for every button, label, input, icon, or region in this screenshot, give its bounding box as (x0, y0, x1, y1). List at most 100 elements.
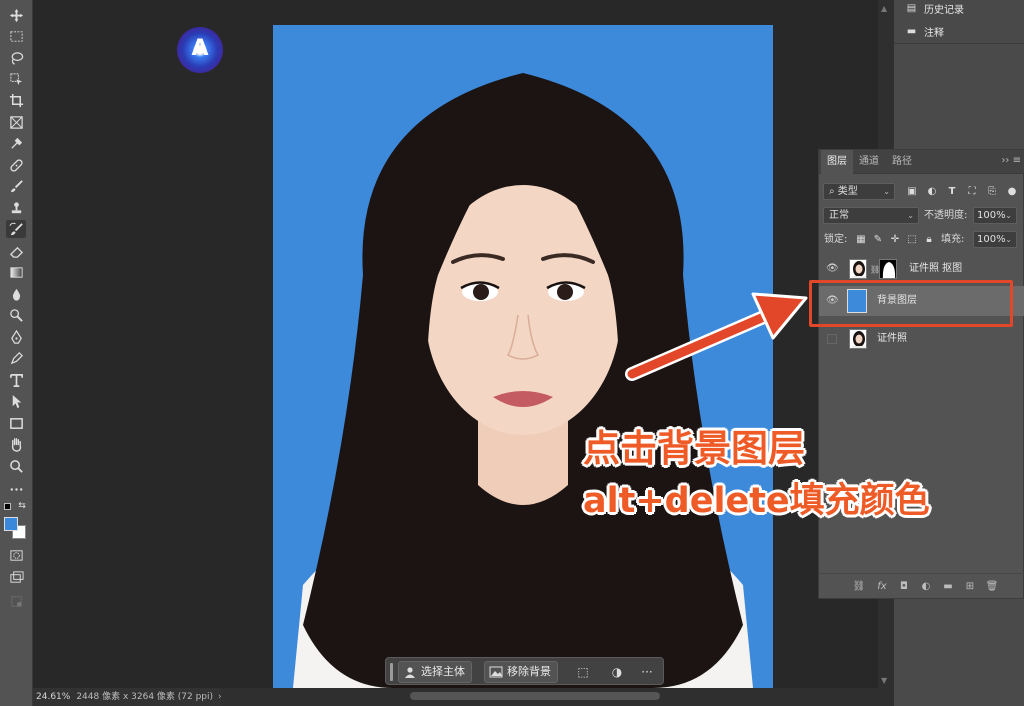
panel-menu-icon[interactable]: ›› ≡ (1001, 155, 1021, 166)
adjustment-filter-icon[interactable]: ◐ (925, 185, 939, 199)
screen-mode-icon[interactable] (6, 568, 26, 586)
lock-all-icon[interactable]: 🔒︎ (922, 233, 936, 247)
fill-value: 100% (977, 234, 1006, 245)
adjustment-layer-icon[interactable]: ◐ (919, 580, 933, 594)
zoom-tool-icon[interactable] (6, 457, 26, 475)
smart-object-filter-icon[interactable]: ⎘ (985, 185, 999, 199)
blend-mode-select[interactable]: 正常 ⌄ (823, 207, 919, 224)
layer-thumbnail (849, 259, 867, 279)
tab-channels[interactable]: 通道 (853, 150, 885, 174)
swap-colors-icon[interactable]: ⇆ (16, 500, 28, 512)
rectangle-tool-icon[interactable] (6, 414, 26, 432)
opacity-input[interactable]: 100% ⌄ (973, 207, 1017, 224)
tab-layers[interactable]: 图层 (821, 150, 853, 174)
contextual-task-bar: 选择主体 移除背景 ⬚ ◑ ··· (385, 657, 664, 685)
annotation-text: 点击背景图层 alt+delete填充颜色 (583, 422, 930, 528)
more-tools-icon[interactable] (6, 480, 26, 498)
layer-thumbnail (849, 329, 867, 349)
type-tool-icon[interactable] (6, 371, 26, 389)
dodge-tool-icon[interactable] (6, 306, 26, 324)
foreground-color-swatch[interactable] (4, 517, 18, 531)
fx-icon[interactable]: fx (875, 580, 889, 594)
remove-background-label: 移除背景 (507, 665, 551, 678)
notes-panel-button[interactable]: ▬ 注释 (906, 24, 944, 39)
eraser-tool-icon[interactable] (6, 242, 26, 260)
move-tool-icon[interactable] (6, 6, 26, 24)
link-layers-icon[interactable]: ⛓ (852, 580, 866, 594)
crop-tool-icon[interactable] (6, 91, 26, 109)
filter-kind-value: 类型 (837, 186, 858, 197)
filter-row: ⌕ 类型 ⌄ ▣ ◐ T ⛶ ⎘ ● (819, 181, 1024, 204)
search-icon: ⌕ (829, 186, 835, 197)
delete-layer-icon[interactable]: 🗑︎ (985, 580, 999, 594)
add-mask-icon[interactable]: ◘ (897, 580, 911, 594)
adjustment-icon[interactable]: ◑ (608, 663, 626, 681)
zoom-level[interactable]: 24.61% (36, 692, 70, 702)
hand-tool-icon[interactable] (6, 435, 26, 453)
history-brush-tool-icon[interactable] (6, 220, 26, 238)
object-selection-tool-icon[interactable] (6, 70, 26, 88)
frame-tool-icon[interactable] (6, 113, 26, 131)
select-subject-label: 选择主体 (421, 665, 465, 678)
scrollbar-thumb[interactable] (410, 692, 660, 700)
visibility-eye-icon[interactable]: 👁︎ (826, 263, 839, 275)
lasso-tool-icon[interactable] (6, 49, 26, 67)
frame-icon[interactable] (6, 592, 26, 610)
opacity-label: 不透明度: (924, 210, 968, 221)
marquee-tool-icon[interactable] (6, 27, 26, 45)
layer-row-cutout[interactable]: 👁︎ ⛓ 证件照 抠图 (819, 256, 1024, 282)
quick-mask-icon[interactable] (6, 546, 26, 564)
ai-logo: A (177, 27, 223, 73)
more-options-icon[interactable]: ··· (638, 663, 656, 681)
lock-transparency-icon[interactable]: ▦ (854, 233, 868, 247)
pixel-filter-icon[interactable]: ▣ (905, 185, 919, 199)
lock-pixels-icon[interactable]: ✎ (871, 233, 885, 247)
filter-toggle-icon[interactable]: ● (1005, 185, 1019, 199)
annotation-arrow (625, 292, 808, 381)
new-group-icon[interactable]: ▬ (941, 580, 955, 594)
shape-filter-icon[interactable]: ⛶ (965, 185, 979, 199)
layer-name[interactable]: 证件照 (877, 326, 907, 352)
panel-tabs: 图层 通道 路径 ›› ≡ (819, 150, 1024, 174)
fill-input[interactable]: 100% ⌄ (973, 231, 1017, 248)
annotation-highlight-box (809, 280, 1013, 327)
new-layer-icon[interactable]: ⊞ (963, 580, 977, 594)
eyedropper-tool-icon[interactable] (6, 134, 26, 152)
lock-artboard-icon[interactable]: ⬚ (905, 233, 919, 247)
layer-mask-thumbnail[interactable] (879, 259, 897, 279)
annotation-line-1: 点击背景图层 (583, 427, 805, 470)
default-colors-icon[interactable] (4, 503, 11, 510)
layer-name[interactable]: 证件照 抠图 (909, 256, 962, 282)
opacity-value: 100% (977, 210, 1006, 221)
type-filter-icon[interactable]: T (945, 185, 959, 199)
clone-stamp-tool-icon[interactable] (6, 199, 26, 217)
gradient-tool-icon[interactable] (6, 263, 26, 281)
layers-panel: 图层 通道 路径 ›› ≡ ⌕ 类型 ⌄ ▣ ◐ T ⛶ ⎘ ● 正常 ⌄ 不透明度… (818, 149, 1024, 599)
select-subject-button[interactable]: 选择主体 (398, 661, 472, 683)
lock-position-icon[interactable]: ✛ (888, 233, 902, 247)
remove-background-button[interactable]: 移除背景 (484, 661, 558, 683)
lock-label: 锁定: (824, 234, 848, 245)
horizontal-scrollbar[interactable] (220, 688, 894, 706)
annotation-line-2: alt+delete填充颜色 (583, 481, 930, 521)
person-icon (405, 667, 415, 678)
layers-bottom-toolbar: ⛓ fx ◘ ◐ ▬ ⊞ 🗑︎ (819, 573, 1024, 599)
history-panel-button[interactable]: ▤ 历史记录 (906, 1, 964, 16)
layer-row-original[interactable]: 证件照 (819, 326, 1024, 352)
filter-kind-select[interactable]: ⌕ 类型 ⌄ (823, 183, 895, 200)
status-menu-icon[interactable]: › (218, 692, 222, 702)
path-selection-tool-icon[interactable] (6, 392, 26, 410)
pen-tool-icon[interactable] (6, 349, 26, 367)
pen-tool-icon[interactable] (6, 328, 26, 346)
healing-brush-tool-icon[interactable] (6, 156, 26, 174)
visibility-toggle[interactable] (827, 334, 837, 344)
tab-paths[interactable]: 路径 (886, 150, 918, 174)
blur-tool-icon[interactable] (6, 285, 26, 303)
drag-handle[interactable] (390, 663, 393, 681)
notes-icon: ▬ (906, 25, 917, 37)
image-icon (489, 666, 503, 678)
transform-icon[interactable]: ⬚ (574, 663, 592, 681)
tools-panel: ⇆ (0, 0, 33, 706)
status-bar: 24.61% 2448 像素 x 3264 像素 (72 ppi) › (33, 688, 222, 706)
brush-tool-icon[interactable] (6, 177, 26, 195)
